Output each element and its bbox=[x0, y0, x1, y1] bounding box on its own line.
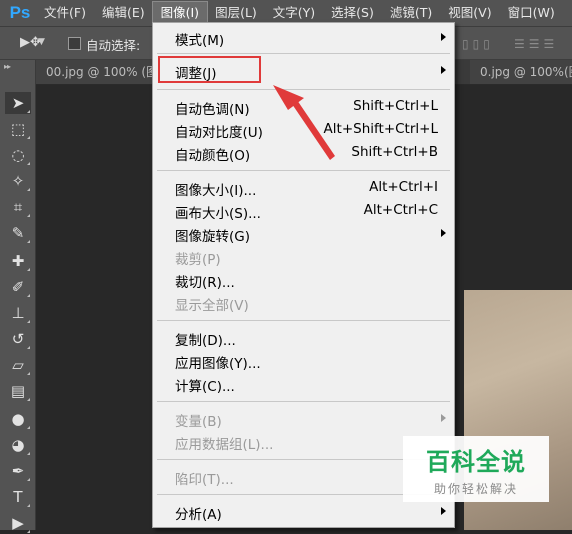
tool-flyout-indicator bbox=[27, 530, 30, 533]
watermark-title: 百科全说 bbox=[426, 448, 526, 476]
watermark-subtitle: 助你轻松解决 bbox=[433, 482, 518, 496]
watermark: 百科全说 助你轻松解决 bbox=[403, 436, 549, 502]
